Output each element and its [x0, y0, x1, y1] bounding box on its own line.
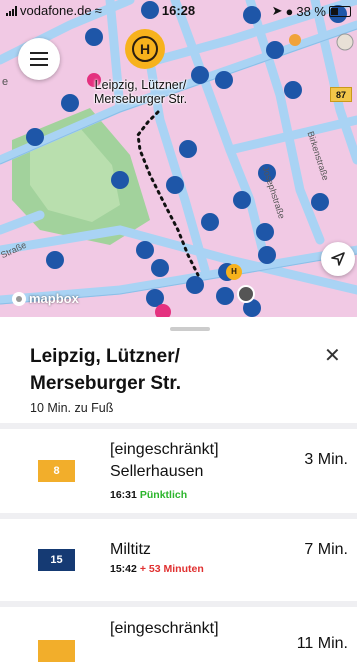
walk-time: 10 Min. zu Fuß: [30, 401, 114, 415]
departure-minutes: 3 Min.: [304, 451, 348, 468]
departure-status: Pünktlich: [139, 489, 188, 501]
route-number-badge: 87: [330, 87, 352, 102]
line-badge: 15: [38, 549, 75, 571]
stop-label-line-2: Merseburger Str.: [94, 92, 188, 106]
departure-row[interactable]: 15 Miltitz 15:42 + 53 Minuten 7 Min.: [0, 519, 357, 601]
stop-h-icon: H: [132, 36, 158, 62]
stop-map-label: Leipzig, Lützner/ Merseburger Str.: [94, 78, 187, 106]
selected-stop-marker[interactable]: H: [125, 29, 165, 69]
departure-meta: 16:31 Pünktlich: [110, 489, 187, 501]
small-stop-h-icon: H: [231, 266, 237, 276]
mapbox-logo-icon: [12, 291, 26, 306]
menu-button[interactable]: [18, 38, 60, 80]
departure-destination: [eingeschränkt] Sellerhausen: [110, 441, 219, 480]
departure-row[interactable]: [eingeschränkt] 11 Min.: [0, 607, 357, 667]
departure-meta: 15:42 + 53 Minuten: [110, 563, 204, 575]
close-icon[interactable]: ✕: [324, 343, 341, 368]
status-bar-right: ➤ ● 38 %: [272, 3, 351, 19]
location-arrow-icon: ➤: [271, 3, 283, 18]
departure-destination: Miltitz: [110, 541, 151, 558]
sheet-drag-handle[interactable]: [170, 327, 210, 331]
departure-time: 15:42: [110, 563, 137, 575]
stop-title: Leipzig, Lützner/ Merseburger Str.: [30, 346, 181, 394]
mapbox-attribution[interactable]: mapbox: [12, 291, 79, 306]
status-bar: vodafone.de ≈ 16:28 ➤ ● 38 %: [0, 0, 357, 22]
battery-percent: 38 %: [296, 3, 326, 19]
departure-list: 8 [eingeschränkt] Sellerhausen 16:31 Pünk…: [0, 423, 357, 667]
line-badge: [38, 640, 75, 662]
departure-minutes: 11 Min.: [296, 635, 348, 652]
stop-label-line-1: Leipzig, Lützner/: [94, 78, 187, 92]
locate-me-button[interactable]: [321, 242, 355, 276]
user-position-dot: [237, 285, 255, 303]
departure-status: + 53 Minuten: [139, 563, 204, 575]
line-badge: 8: [38, 460, 75, 482]
navigation-arrow-icon: [331, 252, 345, 266]
departure-time: 16:31: [110, 489, 137, 501]
alarm-icon: ●: [285, 3, 294, 19]
departure-row[interactable]: 8 [eingeschränkt] Sellerhausen 16:31 Pünk…: [0, 429, 357, 513]
mapbox-label: mapbox: [29, 291, 79, 306]
departure-minutes: 7 Min.: [304, 541, 348, 558]
stop-detail-sheet: Leipzig, Lützner/ Merseburger Str. ✕ 10 …: [0, 317, 357, 667]
departure-destination: [eingeschränkt]: [110, 620, 219, 637]
hamburger-icon: [30, 58, 48, 60]
battery-icon: [329, 5, 351, 17]
map-edge-letter: e: [2, 76, 9, 88]
map-view[interactable]: 87 Birkenstraße Josephstraße Straße e vo…: [0, 0, 357, 317]
